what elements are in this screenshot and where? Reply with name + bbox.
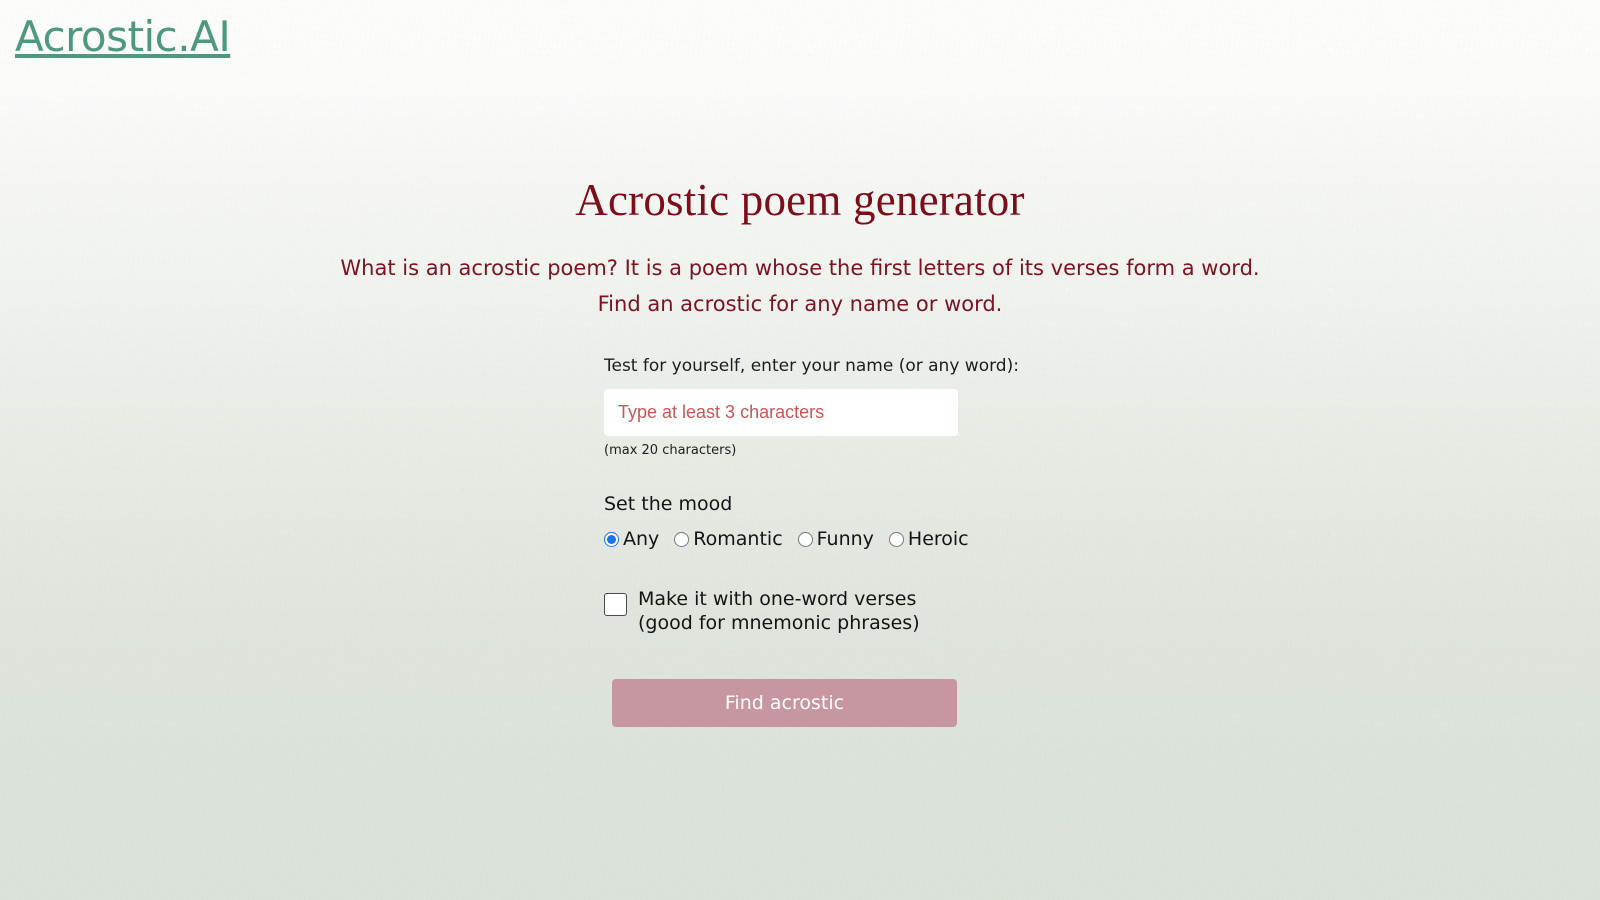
mood-radio-funny[interactable] xyxy=(797,531,813,547)
one-word-verses-label-line-1: Make it with one-word verses xyxy=(638,588,917,610)
mood-radio-romantic[interactable] xyxy=(674,531,690,547)
max-characters-note: (max 20 characters) xyxy=(604,443,737,458)
mood-option-any[interactable]: Any xyxy=(604,527,659,551)
mood-option-funny[interactable]: Funny xyxy=(797,527,874,551)
one-word-verses-label-line-2: (good for mnemonic phrases) xyxy=(638,612,920,634)
mood-label-romantic: Romantic xyxy=(693,528,783,550)
one-word-verses-label[interactable]: Make it with one-word verses (good for m… xyxy=(638,584,920,635)
page-title: Acrostic poem generator xyxy=(575,175,1025,225)
mood-label-any: Any xyxy=(623,528,660,550)
page-root: Acrostic.AI Acrostic poem generator What… xyxy=(0,0,1600,900)
mood-radio-heroic[interactable] xyxy=(888,531,904,547)
find-acrostic-button[interactable]: Find acrostic xyxy=(612,679,957,727)
mood-label-funny: Funny xyxy=(816,528,874,550)
mood-section-title: Set the mood xyxy=(604,493,733,515)
mood-option-romantic[interactable]: Romantic xyxy=(674,527,783,551)
name-input-label: Test for yourself, enter your name (or a… xyxy=(604,356,1019,376)
mood-radio-any[interactable] xyxy=(604,531,619,547)
acrostic-form: Test for yourself, enter your name (or a… xyxy=(604,355,1019,727)
mood-option-heroic[interactable]: Heroic xyxy=(888,527,969,551)
mood-label-heroic: Heroic xyxy=(907,528,969,550)
hero-description-line-1: What is an acrostic poem? It is a poem w… xyxy=(340,255,1260,280)
hero-description-line-2: Find an acrostic for any name or word. xyxy=(597,291,1003,316)
name-input[interactable] xyxy=(604,389,958,436)
mood-radio-group: Any Romantic Funny Heroic xyxy=(604,527,1004,551)
one-word-verses-checkbox[interactable] xyxy=(604,593,627,616)
main-content: Acrostic poem generator What is an acros… xyxy=(0,0,1600,322)
one-word-verses-row: Make it with one-word verses (good for m… xyxy=(604,584,1004,635)
